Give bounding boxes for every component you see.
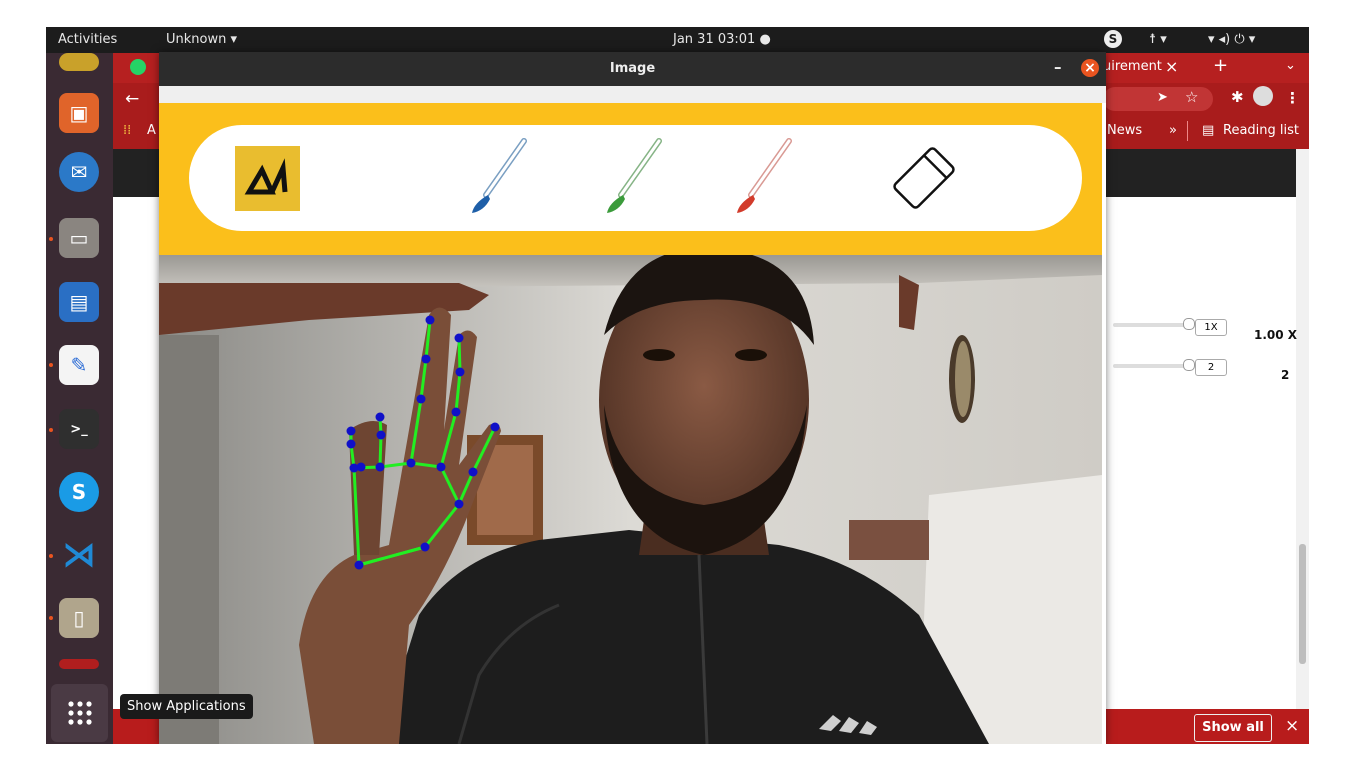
tool-header <box>159 103 1102 255</box>
close-button[interactable]: × <box>1081 59 1099 77</box>
count-slider-handle[interactable] <box>1183 359 1195 371</box>
image-window: Image – × <box>159 52 1106 744</box>
menu-icon[interactable]: ⋮ <box>1285 89 1300 107</box>
running-dot <box>49 363 53 367</box>
tool-palette <box>189 125 1082 231</box>
grid-icon <box>67 701 92 725</box>
downloads-close-button[interactable]: × <box>1285 716 1299 736</box>
writer-icon[interactable]: ▤ <box>59 282 99 322</box>
skype-icon[interactable]: S <box>59 472 99 512</box>
app-icon[interactable] <box>59 659 99 669</box>
app-menu[interactable]: Unknown ▾ <box>166 32 237 47</box>
apps-icon[interactable]: ⁞⁞ <box>123 123 131 138</box>
divider <box>1187 121 1188 141</box>
text-editor-icon[interactable]: ✎ <box>59 345 99 385</box>
send-icon[interactable]: ➤ <box>1157 90 1168 105</box>
count-slider[interactable] <box>1113 364 1193 368</box>
extensions-icon[interactable]: ✱ <box>1231 88 1244 106</box>
active-tab-title[interactable]: uirement <box>1103 59 1162 74</box>
window-titlebar[interactable]: Image – × <box>159 52 1106 86</box>
chrome-icon[interactable] <box>59 53 99 71</box>
reading-list-icon[interactable]: ▤ <box>1202 123 1214 138</box>
running-dot <box>49 428 53 432</box>
desktop: Activities Unknown ▾ Jan 31 03:01 ● S ☨ … <box>46 27 1309 744</box>
speed-value: 1.00 X <box>1254 328 1298 342</box>
accessibility-icon[interactable]: ☨ ▾ <box>1149 32 1167 47</box>
count-input[interactable]: 2 <box>1195 359 1227 376</box>
speed-slider[interactable] <box>1113 323 1193 327</box>
back-button[interactable]: ← <box>125 89 139 109</box>
window-title: Image <box>609 61 656 76</box>
running-dot <box>49 616 53 620</box>
skype-tray-icon[interactable]: S <box>1104 30 1122 48</box>
dock: ▣ ✉ ▭ ▤ ✎ >_ S ⋊ ▯ <box>46 53 113 744</box>
eraser-icon[interactable] <box>879 133 969 223</box>
archive-icon[interactable]: ▯ <box>59 598 99 638</box>
red-brush-icon[interactable] <box>729 137 799 217</box>
activities-button[interactable]: Activities <box>58 32 117 47</box>
bookmarks-overflow[interactable]: » <box>1169 123 1177 138</box>
bookmark-news[interactable]: News <box>1107 123 1142 138</box>
star-icon[interactable]: ☆ <box>1185 88 1198 106</box>
green-brush-icon[interactable] <box>599 137 669 217</box>
impress-icon[interactable]: ▣ <box>59 93 99 133</box>
speed-slider-handle[interactable] <box>1183 318 1195 330</box>
tab-search-icon[interactable]: ⌄ <box>1285 58 1296 73</box>
vscode-icon[interactable]: ⋊ <box>59 535 99 575</box>
running-dot <box>49 237 53 241</box>
scrollbar[interactable] <box>1296 149 1309 709</box>
speed-input[interactable]: 1X <box>1195 319 1227 336</box>
show-applications-tooltip: Show Applications <box>120 694 253 719</box>
window-subbar <box>159 86 1106 103</box>
whatsapp-tab-icon[interactable] <box>130 59 146 75</box>
running-dot <box>49 554 53 558</box>
bookmark-item[interactable]: A <box>147 123 156 138</box>
logo-icon[interactable] <box>235 146 300 211</box>
system-status-icons[interactable]: ▾ ◂) ⏻ ▾ <box>1208 32 1255 47</box>
tab-close-button[interactable]: × <box>1165 57 1178 76</box>
camera-feed <box>159 255 1102 744</box>
scrollbar-thumb[interactable] <box>1299 544 1306 664</box>
show-applications-button[interactable] <box>51 684 108 742</box>
new-tab-button[interactable]: + <box>1213 55 1228 76</box>
files-icon[interactable]: ▭ <box>59 218 99 258</box>
show-all-button[interactable]: Show all <box>1194 714 1272 742</box>
count-value: 2 <box>1281 368 1290 382</box>
blue-brush-icon[interactable] <box>464 137 534 217</box>
top-bar: Activities Unknown ▾ Jan 31 03:01 ● S ☨ … <box>46 27 1309 53</box>
terminal-icon[interactable]: >_ <box>59 409 99 449</box>
thunderbird-icon[interactable]: ✉ <box>59 152 99 192</box>
minimize-button[interactable]: – <box>1054 58 1062 76</box>
profile-avatar[interactable] <box>1253 86 1273 106</box>
clock[interactable]: Jan 31 03:01 ● <box>673 32 771 47</box>
reading-list-label[interactable]: Reading list <box>1223 123 1299 138</box>
